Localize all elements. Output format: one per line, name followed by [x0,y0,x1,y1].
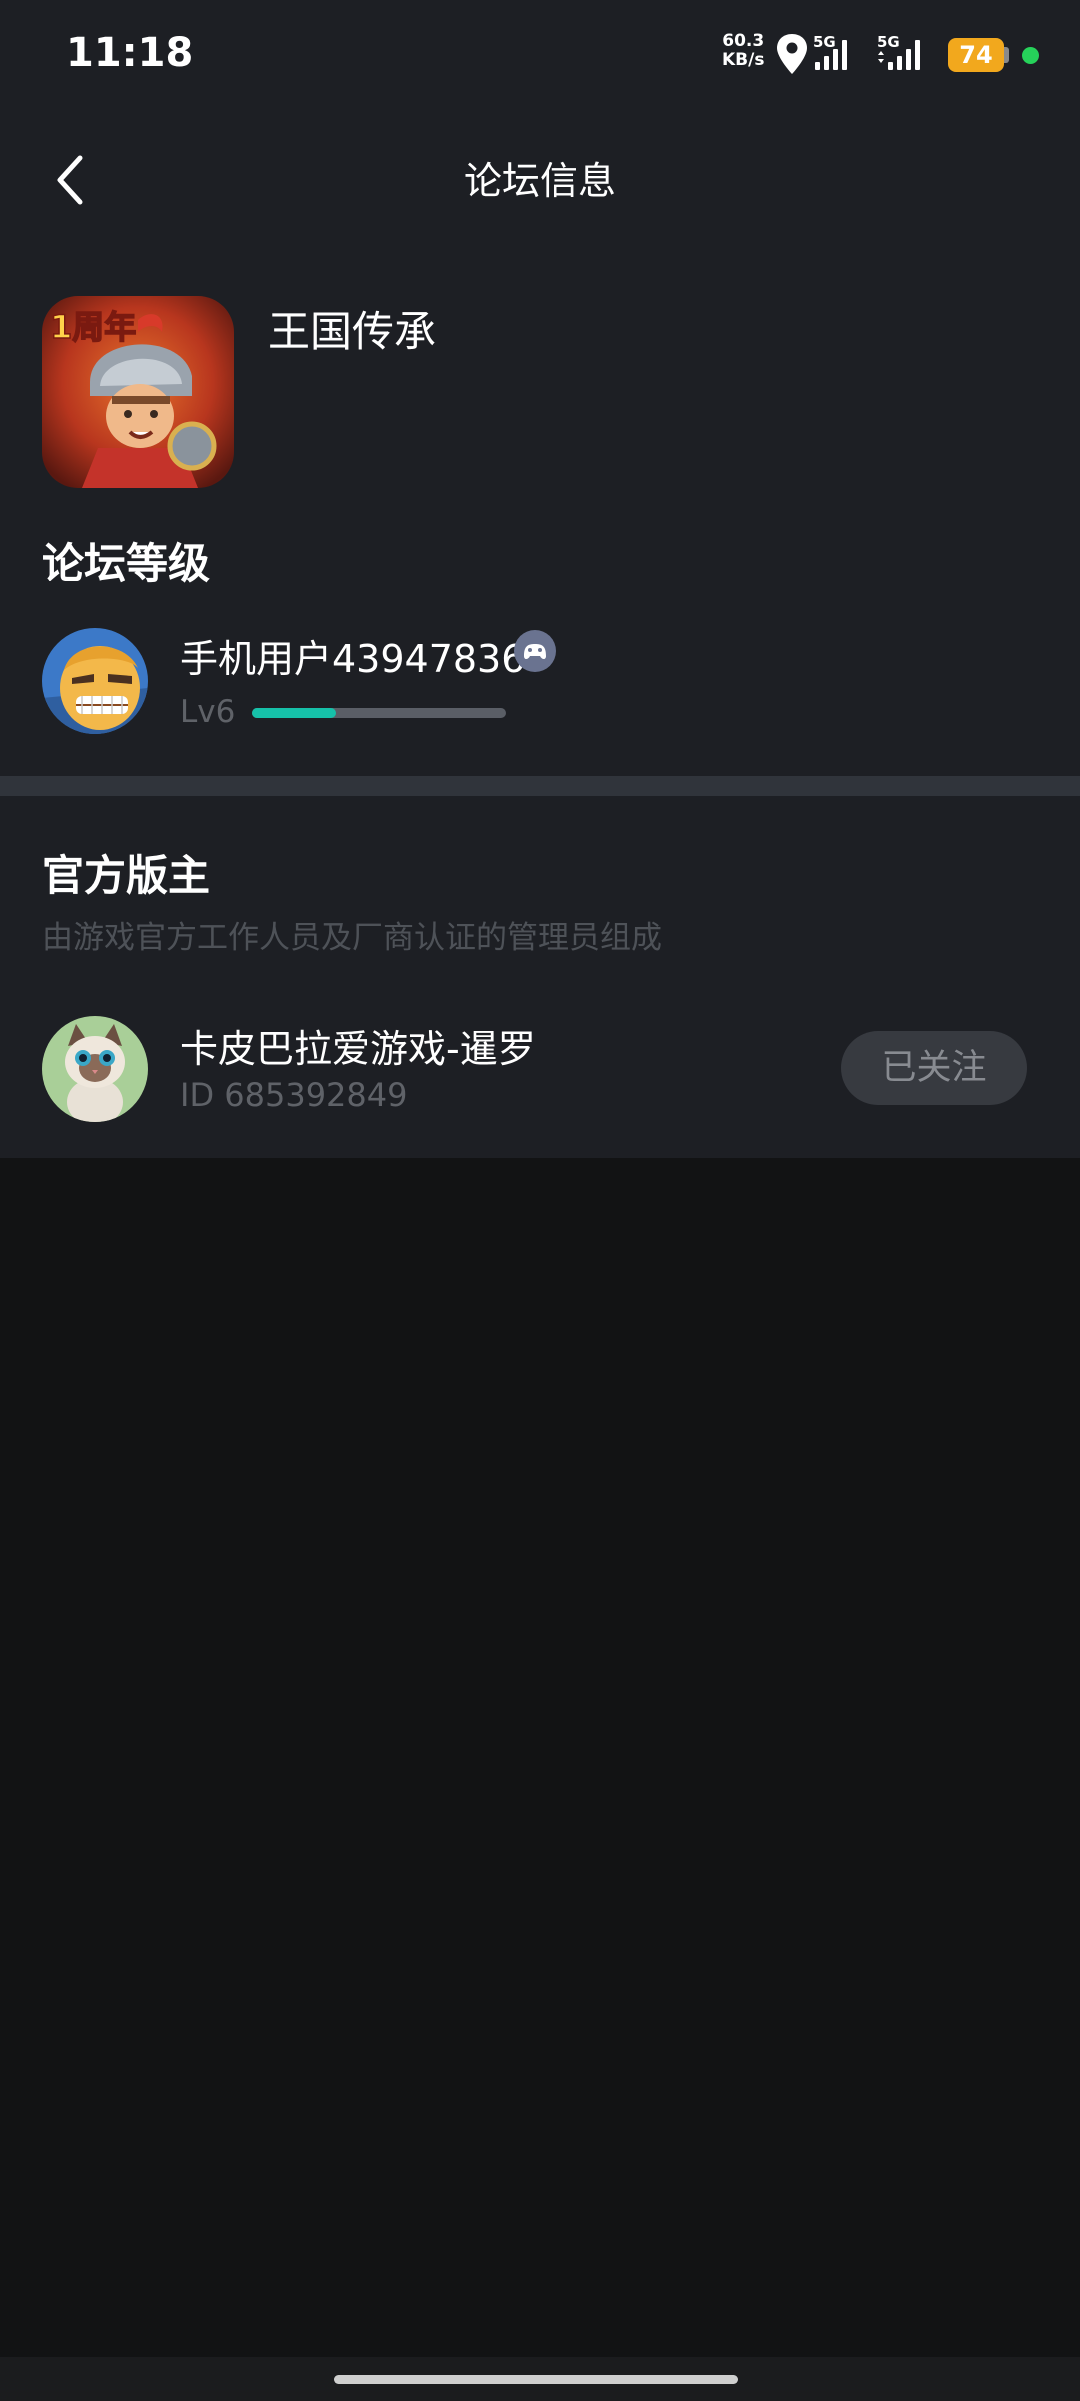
game-icon[interactable]: 1周年 [42,296,234,488]
signal-label-1: 5G [813,33,836,51]
privacy-indicator-icon [1022,47,1039,64]
network-speed: 60.3 KB/s [722,32,764,70]
moderators-title: 官方版主 [42,851,211,900]
signal-label-2: 5G [877,33,900,51]
page-title: 论坛信息 [463,159,616,203]
battery-tip [1004,47,1009,63]
location-icon [777,34,807,74]
chevron-left-icon [57,155,83,205]
forum-level-title: 论坛等级 [42,539,211,588]
moderators-subtitle: 由游戏官方工作人员及厂商认证的管理员组成 [42,920,662,956]
screen: 11:18 60.3 KB/s 5G 5G 74 论坛信息 1周年 王国传承 论… [0,0,1080,2401]
status-time: 11:18 [66,30,194,76]
game-name: 王国传承 [268,307,437,356]
level-progress-bar [252,708,506,718]
network-speed-value: 60.3 [722,31,765,51]
level-progress-fill [252,708,336,718]
back-button[interactable] [48,150,92,210]
moderator-name: 卡皮巴拉爱游戏-暹罗 [180,1027,536,1071]
user-avatar[interactable] [42,628,148,734]
following-button[interactable]: 已关注 [841,1031,1027,1105]
level-label: Lv6 [180,694,236,730]
moderator-avatar[interactable] [42,1016,148,1122]
status-icons: 5G 5G [777,33,920,74]
home-indicator[interactable] [334,2375,738,2384]
moderator-id: ID 685392849 [180,1076,408,1114]
gamepad-badge-icon [514,630,556,672]
game-icon-badge: 1周年 [50,308,136,346]
section-divider [0,776,1080,796]
network-speed-unit: KB/s [722,50,765,70]
user-name: 手机用户43947836 [180,637,526,681]
battery-icon: 74 [948,38,1004,72]
